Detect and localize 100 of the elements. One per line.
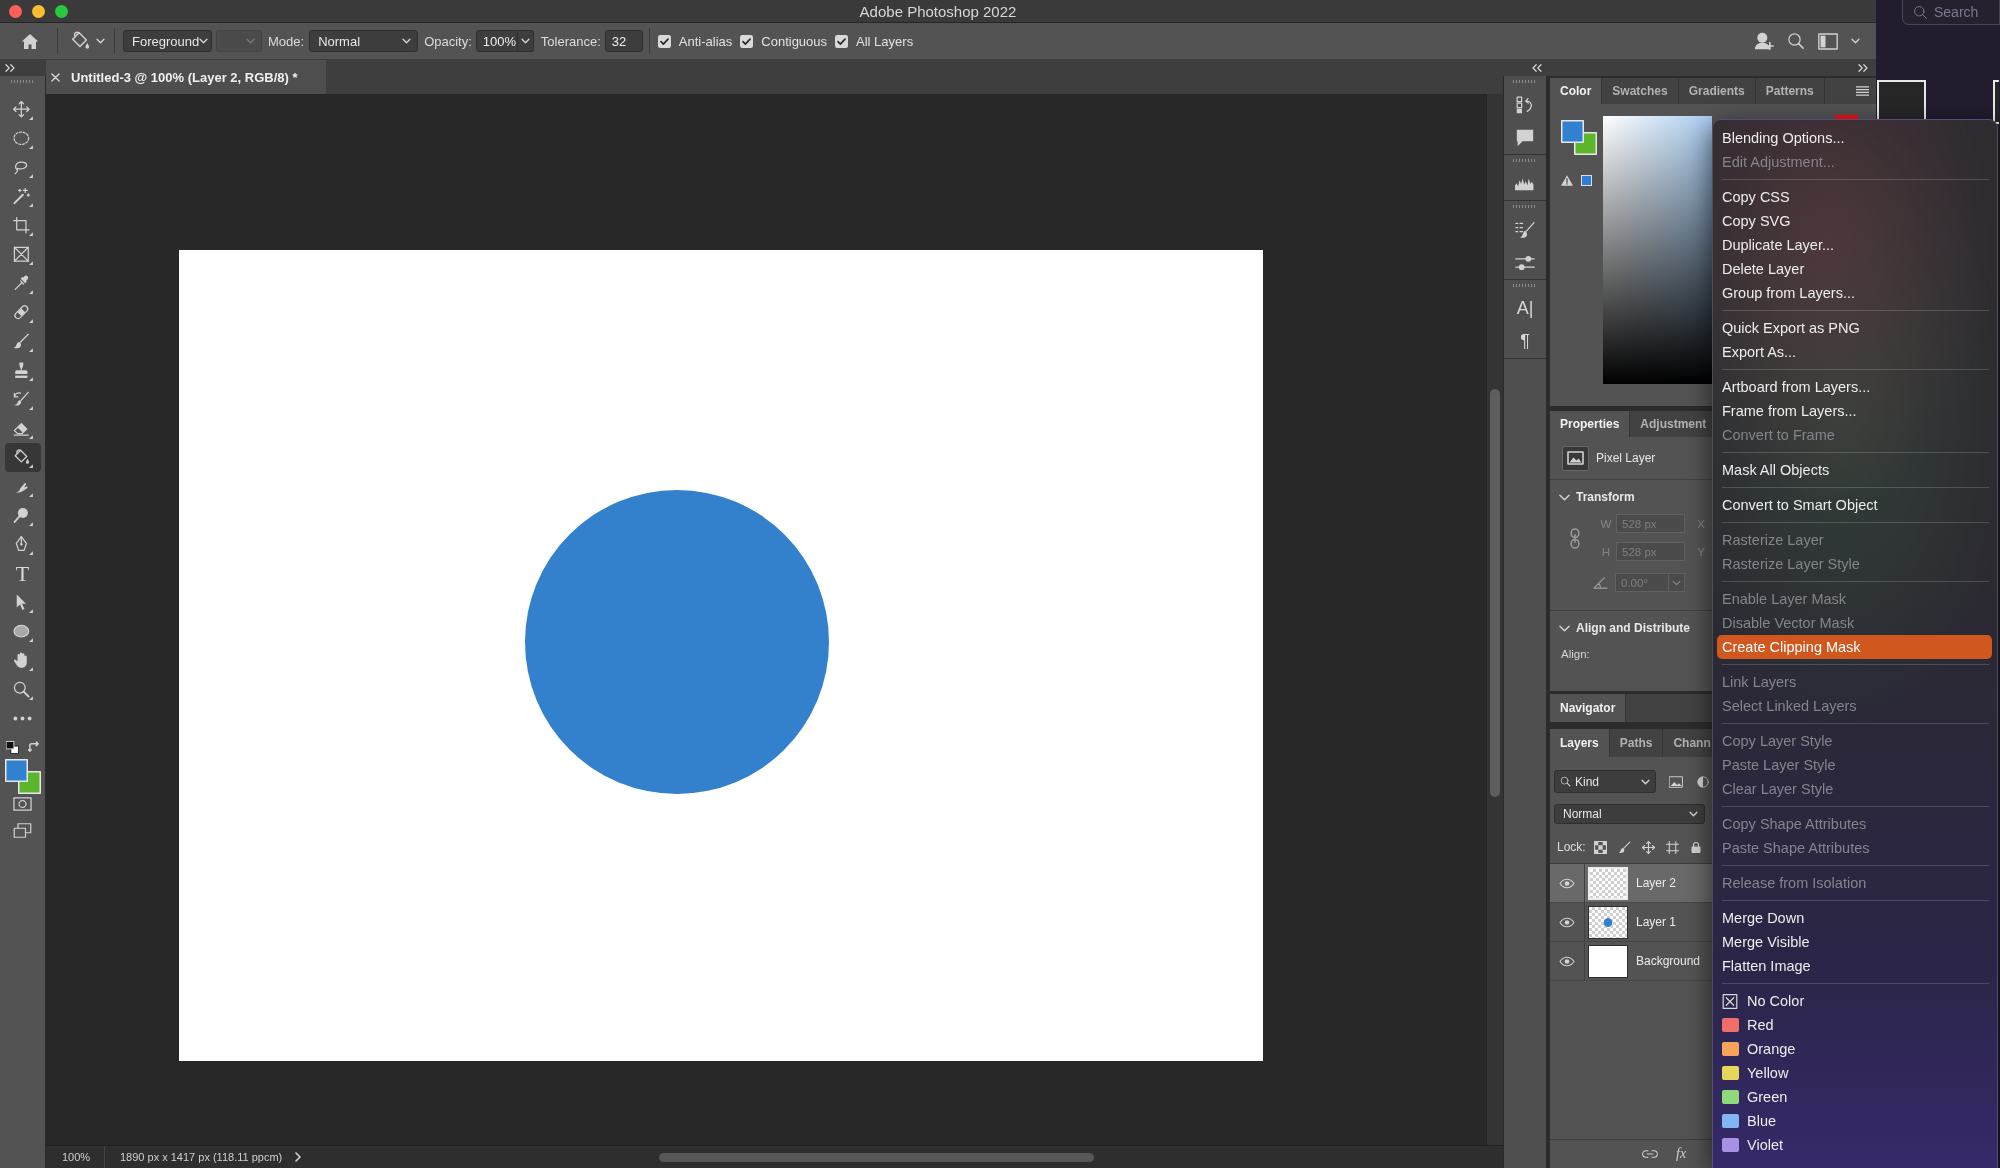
caret-icon (95, 38, 105, 44)
crop-icon (12, 215, 33, 236)
double-chevron-right-icon[interactable] (5, 64, 15, 72)
layer-blend-dropdown[interactable]: Normal (1554, 804, 1705, 824)
double-chevron-right-icon[interactable] (1858, 64, 1868, 72)
search-field[interactable]: Search (1902, 0, 2000, 25)
menu-item[interactable]: Artboard from Layers... (1713, 375, 1997, 399)
brush-settings-icon[interactable] (1515, 220, 1535, 239)
checkbox[interactable] (657, 34, 671, 48)
close-window-icon[interactable] (9, 4, 22, 18)
scrollbar-thumb[interactable] (659, 1152, 1095, 1162)
menu-item[interactable]: Copy SVG (1713, 209, 1997, 233)
minimize-window-icon[interactable] (32, 4, 45, 18)
menu-item: Select Linked Layers (1721, 697, 1858, 716)
type-tool-button[interactable]: T (4, 559, 41, 588)
eyedropper-icon (12, 273, 33, 294)
eye-icon[interactable] (1559, 877, 1575, 889)
chevron-right-icon[interactable] (295, 1152, 302, 1162)
opacity-field[interactable]: 100% (475, 30, 518, 52)
panel-tab[interactable]: Color (1550, 78, 1603, 104)
search-icon[interactable] (1787, 32, 1805, 50)
brush-icon[interactable] (1617, 840, 1631, 854)
lock-icon[interactable] (1689, 840, 1702, 854)
checkbox[interactable] (835, 34, 849, 48)
menu-item[interactable]: Blending Options... (1713, 126, 1997, 150)
menu-item[interactable]: Create Clipping Mask (1717, 635, 1992, 659)
fx-button[interactable]: fx (1676, 1146, 1687, 1162)
vertical-scrollbar[interactable] (1486, 94, 1503, 1145)
color-field[interactable] (1603, 116, 1712, 384)
section-header[interactable]: Align and Distribute (1550, 611, 1712, 645)
panel-glyph-button[interactable]: ¶ (1508, 325, 1542, 358)
opacity-label: Opacity: (424, 33, 472, 49)
swap-arrows-icon[interactable] (27, 741, 40, 753)
grip-icon[interactable] (10, 80, 35, 83)
menu-item[interactable]: Export As... (1713, 340, 1997, 364)
panel-glyph-button[interactable]: A| (1508, 292, 1542, 325)
bucket-tool-button[interactable] (4, 443, 41, 472)
menu-item[interactable]: Group from Layers... (1713, 281, 1997, 305)
fill-source-dropdown[interactable]: Foreground (123, 30, 212, 52)
section-header[interactable]: Transform (1550, 480, 1712, 514)
zoom-field[interactable]: 100% (46, 1146, 105, 1168)
menu-item[interactable]: Duplicate Layer... (1713, 233, 1997, 257)
scrollbar-thumb[interactable] (1490, 389, 1500, 797)
menu-item[interactable]: Merge Visible (1713, 930, 1997, 954)
menu-item[interactable]: Red (1713, 1013, 1997, 1037)
eye-icon[interactable] (1559, 955, 1575, 967)
blend-mode-dropdown[interactable]: Normal (309, 30, 419, 52)
checkerboard-icon[interactable] (1593, 840, 1607, 854)
artboard-icon[interactable] (1665, 840, 1679, 854)
menu-icon[interactable] (1856, 86, 1869, 96)
grip-icon[interactable] (1513, 159, 1537, 162)
menu-item[interactable]: Green (1713, 1085, 1997, 1109)
menu-item[interactable]: Convert to Smart Object (1713, 493, 1997, 517)
grip-icon[interactable] (1513, 284, 1537, 287)
menu-item[interactable]: Blue (1713, 1109, 1997, 1133)
menu-item[interactable]: Flatten Image (1713, 954, 1997, 978)
document-tab[interactable]: Untitled-3 @ 100% (Layer 2, RGB/8) * (46, 60, 326, 94)
quick-mask-icon[interactable] (13, 797, 32, 811)
color-swatches-icon[interactable] (1561, 120, 1597, 155)
warning-icon[interactable] (1561, 175, 1573, 186)
screen-mode-icon[interactable] (13, 823, 32, 838)
tolerance-field[interactable]: 32 (604, 30, 643, 52)
caret-icon[interactable] (1851, 38, 1860, 44)
menu-item[interactable]: Delete Layer (1713, 257, 1997, 281)
menu-item[interactable]: Quick Export as PNG (1713, 316, 1997, 340)
menu-item[interactable]: Copy CSS (1713, 185, 1997, 209)
checkbox[interactable] (740, 34, 754, 48)
menu-item[interactable]: Yellow (1713, 1061, 1997, 1085)
comment-icon[interactable] (1515, 128, 1535, 147)
layer-row[interactable]: Layer 1 (1550, 903, 1712, 942)
layer-row[interactable]: Background (1550, 942, 1712, 981)
link-icon[interactable] (1642, 1150, 1658, 1158)
magic-wand-icon (12, 186, 33, 207)
menu-item[interactable]: Violet (1713, 1133, 1997, 1157)
menu-item[interactable]: Mask All Objects (1713, 458, 1997, 482)
grip-icon[interactable] (1513, 205, 1537, 208)
history-icon[interactable] (1515, 95, 1535, 114)
menu-item[interactable]: No Color (1713, 989, 1997, 1013)
sliders-icon[interactable] (1515, 253, 1535, 272)
eye-icon[interactable] (1559, 916, 1575, 928)
filter-dropdown[interactable]: Kind (1554, 770, 1656, 793)
layer-row[interactable]: Layer 2 (1550, 864, 1712, 903)
color-swatch-icon[interactable] (1581, 175, 1592, 186)
panel-tab[interactable]: Navigator (1550, 694, 1627, 722)
panel-layout-icon[interactable] (1818, 32, 1838, 50)
grip-icon[interactable] (1513, 80, 1537, 83)
user-add-icon[interactable] (1754, 31, 1774, 51)
move-icon[interactable] (1641, 840, 1655, 854)
panel-tab[interactable]: Properties (1550, 411, 1631, 437)
default-colors-icon[interactable] (5, 740, 19, 754)
menu-item[interactable]: Merge Down (1713, 906, 1997, 930)
half-circle-icon[interactable] (1697, 775, 1709, 788)
double-chevron-left-icon[interactable] (1532, 64, 1542, 72)
zoom-window-icon[interactable] (55, 4, 68, 18)
color-swatches-icon[interactable] (4, 759, 41, 794)
close-icon[interactable] (51, 72, 60, 82)
image-icon[interactable] (1669, 775, 1683, 788)
menu-item[interactable]: Orange (1713, 1037, 1997, 1061)
chain-link-icon[interactable] (1569, 528, 1581, 549)
panel-tab[interactable]: Layers (1550, 729, 1610, 757)
